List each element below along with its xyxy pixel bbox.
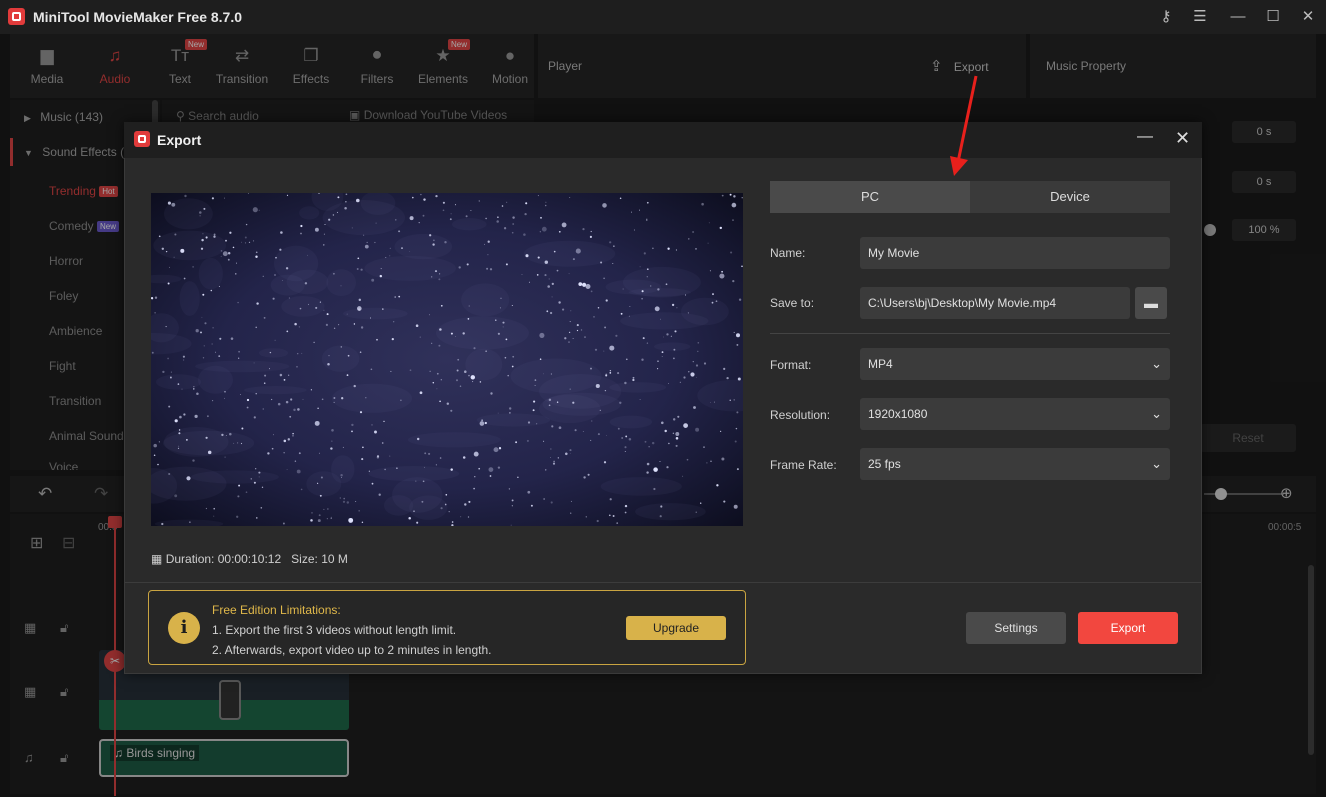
folder-icon: ▬	[1144, 295, 1158, 311]
name-input[interactable]	[860, 237, 1170, 269]
tab-pc[interactable]: PC	[770, 181, 970, 213]
chevron-down-icon: ⌄	[1151, 356, 1162, 371]
limitations-title: Free Edition Limitations:	[212, 603, 341, 617]
chevron-down-icon: ⌄	[1151, 406, 1162, 421]
format-label: Format:	[770, 358, 812, 372]
preview-info: ▦ Duration: 00:00:10:12 Size: 10 M	[151, 552, 348, 566]
film-icon: ▦	[151, 552, 163, 566]
frame-rate-select[interactable]: 25 fps ⌄	[860, 448, 1170, 480]
video-preview	[151, 193, 743, 526]
annotation-arrow	[950, 75, 978, 176]
export-button[interactable]: Export	[1078, 612, 1178, 644]
resolution-select[interactable]: 1920x1080 ⌄	[860, 398, 1170, 430]
export-dialog-title: Export	[157, 132, 202, 148]
duration-value: 00:00:10:12	[217, 552, 282, 566]
app-window: MiniTool MovieMaker Free 8.7.0 ⚷ ☰ — ☐ ✕…	[0, 0, 1326, 797]
browse-folder-button[interactable]: ▬	[1135, 287, 1167, 319]
app-logo-icon	[134, 131, 150, 147]
app-title: MiniTool MovieMaker Free 8.7.0	[33, 9, 243, 25]
limitation-line-2: 2. Afterwards, export video up to 2 minu…	[212, 643, 492, 657]
chevron-down-icon: ⌄	[1151, 456, 1162, 471]
format-select[interactable]: MP4 ⌄	[860, 348, 1170, 380]
key-icon[interactable]: ⚷	[1154, 6, 1178, 28]
minimize-icon[interactable]: —	[1226, 6, 1250, 28]
app-logo-icon	[8, 8, 25, 25]
close-icon[interactable]: ✕	[1296, 6, 1320, 28]
settings-button[interactable]: Settings	[966, 612, 1066, 644]
preview-image	[151, 193, 743, 526]
frame-rate-label: Frame Rate:	[770, 458, 837, 472]
export-dialog-header	[124, 122, 1202, 158]
menu-icon[interactable]: ☰	[1188, 6, 1212, 28]
info-icon: i	[168, 612, 200, 644]
size-value: 10 M	[321, 552, 348, 566]
divider	[770, 333, 1170, 334]
dialog-footer-divider	[125, 582, 1201, 583]
limitation-line-1: 1. Export the first 3 videos without len…	[212, 623, 457, 637]
upgrade-button[interactable]: Upgrade	[626, 616, 726, 640]
tab-device[interactable]: Device	[970, 181, 1170, 213]
dialog-minimize-icon[interactable]: —	[1137, 128, 1153, 146]
maximize-icon[interactable]: ☐	[1261, 6, 1285, 28]
save-to-label: Save to:	[770, 296, 815, 310]
resolution-label: Resolution:	[770, 408, 831, 422]
name-label: Name:	[770, 246, 806, 260]
save-path-input[interactable]	[860, 287, 1130, 319]
dialog-close-icon[interactable]: ✕	[1175, 128, 1190, 149]
